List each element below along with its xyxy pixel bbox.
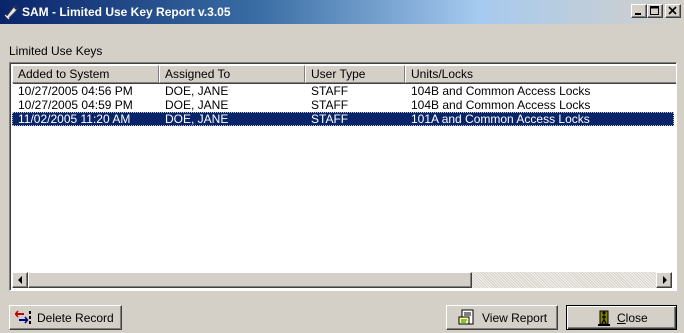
view-report-label: View Report	[482, 311, 548, 325]
maximize-icon	[650, 6, 659, 15]
cell-units: 104B and Common Access Locks	[411, 84, 591, 98]
cell-added: 11/02/2005 11:20 AM	[18, 112, 131, 126]
maximize-button[interactable]	[647, 4, 663, 18]
column-header-user-type[interactable]: User Type	[305, 65, 405, 83]
cell-assigned: DOE, JANE	[165, 84, 229, 98]
list-row[interactable]: 10/27/2005 04:56 PM DOE, JANE STAFF 104B…	[12, 84, 674, 98]
column-header-units[interactable]: Units/Locks	[405, 65, 676, 83]
cell-user-type: STAFF	[311, 84, 349, 98]
key-app-icon	[4, 5, 19, 20]
list-row[interactable]: 10/27/2005 04:59 PM DOE, JANE STAFF 104B…	[12, 98, 674, 112]
close-button[interactable]: Close	[566, 305, 677, 330]
cell-units: 101A and Common Access Locks	[411, 112, 590, 126]
arrow-left-icon	[18, 276, 22, 284]
list-row-selected[interactable]: 11/02/2005 11:20 AM DOE, JANE STAFF 101A…	[12, 112, 674, 126]
limited-use-keys-label: Limited Use Keys	[9, 44, 103, 58]
close-window-button[interactable]	[665, 4, 681, 18]
cell-user-type: STAFF	[311, 112, 349, 126]
delete-record-icon	[15, 310, 31, 324]
keys-list-view[interactable]: Added to System Assigned To User Type Un…	[9, 62, 677, 291]
scroll-left-button[interactable]	[12, 272, 28, 288]
app-window: SAM - Limited Use Key Report v.3.05 Limi…	[0, 0, 684, 333]
view-report-button[interactable]: View Report	[446, 305, 558, 330]
title-bar[interactable]: SAM - Limited Use Key Report v.3.05	[0, 0, 684, 24]
delete-record-button[interactable]: Delete Record	[9, 305, 122, 330]
cell-user-type: STAFF	[311, 98, 349, 112]
horizontal-scrollbar[interactable]	[12, 272, 672, 288]
list-header: Added to System Assigned To User Type Un…	[12, 65, 676, 83]
arrow-right-icon	[663, 276, 667, 284]
minimize-button[interactable]	[631, 4, 647, 18]
close-label: Close	[617, 311, 648, 325]
minimize-icon	[635, 13, 641, 15]
scroll-thumb[interactable]	[28, 272, 472, 288]
list-rows: 10/27/2005 04:56 PM DOE, JANE STAFF 104B…	[12, 84, 674, 126]
close-icon	[668, 6, 677, 15]
cell-assigned: DOE, JANE	[165, 112, 229, 126]
exit-door-icon	[598, 310, 610, 326]
column-header-assigned[interactable]: Assigned To	[159, 65, 305, 83]
view-report-icon	[458, 309, 474, 325]
delete-record-label: Delete Record	[37, 311, 114, 325]
cell-units: 104B and Common Access Locks	[411, 98, 591, 112]
cell-added: 10/27/2005 04:59 PM	[18, 98, 133, 112]
scroll-right-button[interactable]	[656, 272, 672, 288]
cell-assigned: DOE, JANE	[165, 98, 229, 112]
cell-added: 10/27/2005 04:56 PM	[18, 84, 133, 98]
column-header-added[interactable]: Added to System	[12, 65, 159, 83]
window-title: SAM - Limited Use Key Report v.3.05	[22, 5, 231, 19]
